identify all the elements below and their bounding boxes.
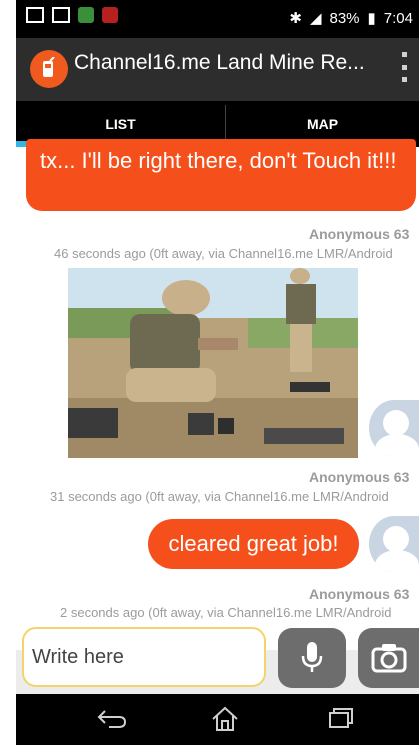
gallery-notification-icon xyxy=(26,7,44,23)
home-icon xyxy=(212,706,238,731)
message-photo[interactable] xyxy=(68,268,358,458)
bluetooth-icon: ✱ xyxy=(289,10,302,27)
message-input[interactable] xyxy=(22,627,266,687)
message-meta: 46 seconds ago (0ft away, via Channel16.… xyxy=(54,246,393,261)
back-button[interactable] xyxy=(92,702,132,736)
camera-button[interactable] xyxy=(358,628,419,688)
microphone-icon xyxy=(301,642,323,672)
avatar[interactable] xyxy=(369,400,419,456)
battery-icon: ▮ xyxy=(367,10,376,27)
app-title: Channel16.me Land Mine Re... xyxy=(74,51,365,74)
message-meta: 2 seconds ago (0ft away, via Channel16.m… xyxy=(60,605,392,620)
android-debug-icon xyxy=(102,7,118,23)
microphone-button[interactable] xyxy=(278,628,346,688)
back-icon xyxy=(97,710,127,728)
recents-icon xyxy=(329,708,353,728)
app-logo-icon[interactable] xyxy=(30,50,68,88)
camera-icon xyxy=(371,644,406,673)
notification-icons xyxy=(26,7,118,23)
mail-notification-icon xyxy=(52,7,70,23)
system-nav-bar xyxy=(16,694,419,745)
message-sender: Anonymous 63 xyxy=(309,469,410,485)
usb-debug-icon xyxy=(78,7,94,23)
clock: 7:04 xyxy=(383,9,413,27)
recents-button[interactable] xyxy=(322,702,362,736)
message-sender: Anonymous 63 xyxy=(309,226,410,242)
action-bar: Channel16.me Land Mine Re... xyxy=(16,38,419,101)
status-bar: ✱ ◢ 83% ▮ 7:04 xyxy=(16,0,419,38)
system-status-icons: ✱ ◢ 83% ▮ 7:04 xyxy=(289,9,413,28)
message-bubble[interactable]: cleared great job! xyxy=(148,519,359,569)
signal-icon: ◢ xyxy=(309,10,322,27)
battery-percent: 83% xyxy=(329,9,360,27)
message-meta: 31 seconds ago (0ft away, via Channel16.… xyxy=(50,489,389,504)
home-button[interactable] xyxy=(205,702,245,736)
overflow-menu-icon[interactable] xyxy=(399,52,409,82)
message-bubble[interactable]: tx... I'll be right there, don't Touch i… xyxy=(26,139,416,211)
message-sender: Anonymous 63 xyxy=(309,586,410,602)
avatar[interactable] xyxy=(369,516,419,572)
